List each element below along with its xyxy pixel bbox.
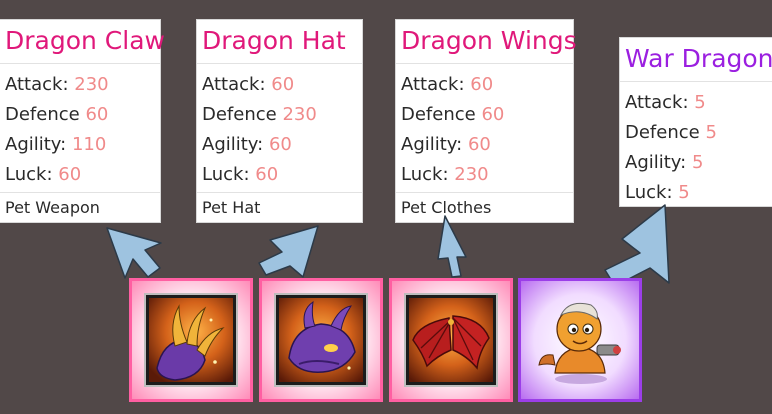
dragon-wings-icon	[404, 293, 498, 387]
war-dragon-pet-icon	[538, 302, 621, 384]
slot-war-dragon[interactable]	[518, 278, 642, 402]
slot-dragon-hat[interactable]	[259, 278, 383, 402]
slot-dragon-claw[interactable]	[129, 278, 253, 402]
arrow-icon	[106, 227, 162, 279]
dragon-claw-icon	[144, 293, 238, 387]
dragon-hat-icon	[274, 293, 368, 387]
slot-dragon-wings[interactable]	[389, 278, 513, 402]
arrow-icon	[604, 204, 670, 287]
arrow-icon	[437, 215, 467, 278]
arrow-icon	[258, 225, 319, 278]
pointer-arrows	[106, 204, 670, 287]
